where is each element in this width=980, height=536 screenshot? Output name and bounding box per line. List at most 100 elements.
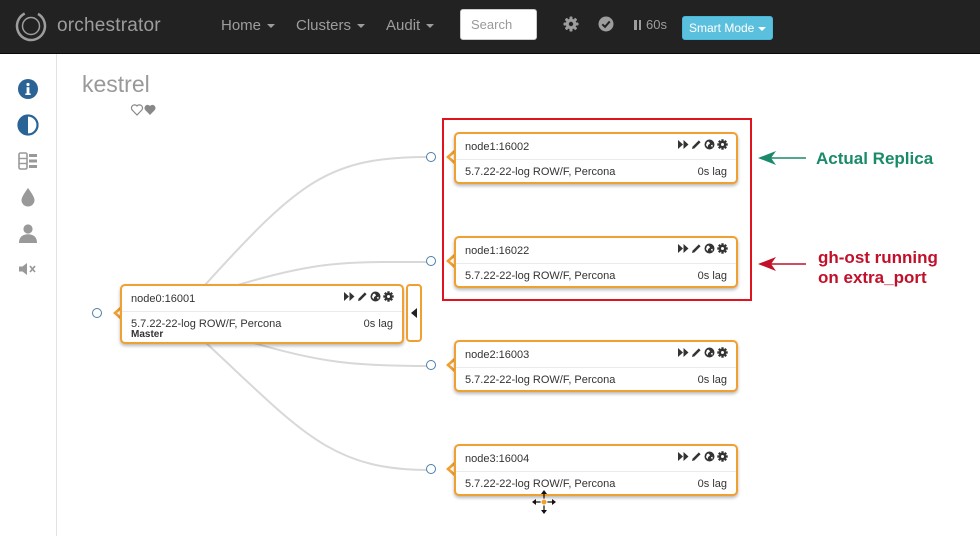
globe-icon[interactable]: [370, 291, 381, 302]
node-connector[interactable]: [426, 256, 436, 266]
node-actions: [342, 291, 394, 302]
node-body: 5.7.22-22-log ROW/F, Percona 0s lag: [456, 160, 736, 182]
brand-name: orchestrator: [57, 15, 161, 36]
mute-icon[interactable]: [17, 258, 39, 280]
top-navbar: orchestrator Home Clusters Audit 60s Sma…: [0, 0, 980, 54]
fast-forward-icon[interactable]: [678, 347, 689, 358]
info-icon[interactable]: [17, 78, 39, 100]
node-replica[interactable]: node1:16022 5.7.22-22-log ROW/F, Percona…: [454, 236, 738, 288]
node-lag: 0s lag: [697, 478, 727, 490]
node-role: Master: [131, 329, 164, 340]
fast-forward-icon[interactable]: [344, 291, 355, 302]
menu-audit[interactable]: Audit: [386, 17, 435, 34]
gear-icon[interactable]: [717, 139, 728, 150]
node-connector[interactable]: [426, 152, 436, 162]
refresh-interval: 60s: [646, 17, 667, 32]
master-in-connector[interactable]: [92, 308, 102, 318]
node-version: 5.7.22-22-log ROW/F, Percona: [465, 478, 616, 490]
globe-icon[interactable]: [704, 347, 715, 358]
gear-icon[interactable]: [383, 291, 394, 302]
pencil-icon[interactable]: [357, 291, 368, 302]
node-actions: [676, 347, 728, 358]
node-header: node0:16001: [122, 286, 402, 312]
node-header: node1:16002: [456, 134, 736, 160]
menu-audit-label: Audit: [386, 17, 421, 34]
annotation-actual-replica: Actual Replica: [816, 149, 934, 168]
node-connector[interactable]: [426, 360, 436, 370]
smart-mode-dropdown[interactable]: Smart Mode: [682, 16, 774, 40]
node-lag: 0s lag: [697, 374, 727, 386]
annotation-ghost-line1: gh-ost running: [818, 248, 938, 267]
node-replica[interactable]: node3:16004 5.7.22-22-log ROW/F, Percona…: [454, 444, 738, 496]
node-lag: 0s lag: [697, 270, 727, 282]
node-lag: 0s lag: [363, 318, 393, 330]
caret-down-icon: [357, 24, 366, 29]
hearts-icon[interactable]: [131, 103, 157, 117]
gear-icon[interactable]: [717, 243, 728, 254]
node-version: 5.7.22-22-log ROW/F, Percona: [465, 270, 616, 282]
cluster-title: kestrel: [82, 71, 150, 97]
settings-gear-icon[interactable]: [563, 16, 579, 32]
node-master[interactable]: node0:16001 5.7.22-22-log ROW/F, Percona…: [120, 284, 404, 344]
caret-down-icon: [426, 24, 435, 29]
refresh-pause-control[interactable]: 60s: [634, 17, 667, 32]
node-name: node3:16004: [465, 453, 530, 465]
edge-node1-16022: [237, 260, 429, 286]
node-actions: [676, 451, 728, 462]
fast-forward-icon[interactable]: [678, 243, 689, 254]
globe-icon[interactable]: [704, 451, 715, 462]
annotation-ghost-line2: on extra_port: [818, 268, 927, 287]
node-name: node1:16022: [465, 245, 530, 257]
arrow-left-red-icon: [758, 257, 806, 271]
caret-down-icon: [267, 24, 276, 29]
node-header: node2:16003: [456, 342, 736, 368]
drop-icon[interactable]: [17, 186, 39, 208]
edge-node2-16003: [249, 341, 429, 367]
check-circle-icon[interactable]: [598, 16, 614, 32]
user-icon[interactable]: [17, 222, 39, 244]
pencil-icon[interactable]: [691, 243, 702, 254]
globe-icon[interactable]: [704, 243, 715, 254]
pencil-icon[interactable]: [691, 139, 702, 150]
menu-home-label: Home: [221, 17, 262, 34]
gear-icon[interactable]: [717, 451, 728, 462]
left-sidebar: [0, 54, 57, 536]
node-version: 5.7.22-22-log ROW/F, Percona: [465, 374, 616, 386]
node-body: 5.7.22-22-log ROW/F, Percona 0s lag: [456, 264, 736, 286]
node-header: node1:16022: [456, 238, 736, 264]
annotation-ghost: gh-ost running on extra_port: [818, 248, 938, 288]
node-body: 5.7.22-22-log ROW/F, Percona 0s lag Mast…: [122, 312, 402, 343]
node-version: 5.7.22-22-log ROW/F, Percona: [465, 166, 616, 178]
smart-mode-label: Smart Mode: [689, 21, 755, 35]
contrast-icon[interactable]: [17, 114, 39, 136]
node-header: node3:16004: [456, 446, 736, 472]
fast-forward-icon[interactable]: [678, 451, 689, 462]
menu-clusters-label: Clusters: [296, 17, 352, 34]
search-input[interactable]: [460, 9, 537, 40]
pencil-icon[interactable]: [691, 451, 702, 462]
node-lag: 0s lag: [697, 166, 727, 178]
node-actions: [676, 243, 728, 254]
database-list-icon[interactable]: [17, 150, 39, 172]
node-name: node0:16001: [131, 293, 196, 305]
pause-icon: [634, 19, 641, 30]
menu-clusters[interactable]: Clusters: [296, 17, 366, 34]
edge-node1-16002: [204, 156, 429, 286]
orchestrator-logo-icon: [15, 10, 47, 42]
node-replica[interactable]: node1:16002 5.7.22-22-log ROW/F, Percona…: [454, 132, 738, 184]
pencil-icon[interactable]: [691, 347, 702, 358]
node-connector[interactable]: [426, 464, 436, 474]
node-actions: [676, 139, 728, 150]
node-body: 5.7.22-22-log ROW/F, Percona 0s lag: [456, 368, 736, 390]
menu-home[interactable]: Home: [221, 17, 276, 34]
caret-down-icon: [758, 26, 767, 31]
node-name: node2:16003: [465, 349, 530, 361]
brand-link[interactable]: orchestrator: [14, 8, 161, 44]
fast-forward-icon[interactable]: [678, 139, 689, 150]
globe-icon[interactable]: [704, 139, 715, 150]
arrow-left-green-icon: [758, 151, 806, 165]
gear-icon[interactable]: [717, 347, 728, 358]
collapse-replicas-button[interactable]: [406, 284, 422, 342]
chevron-left-icon: [411, 308, 417, 318]
node-replica[interactable]: node2:16003 5.7.22-22-log ROW/F, Percona…: [454, 340, 738, 392]
